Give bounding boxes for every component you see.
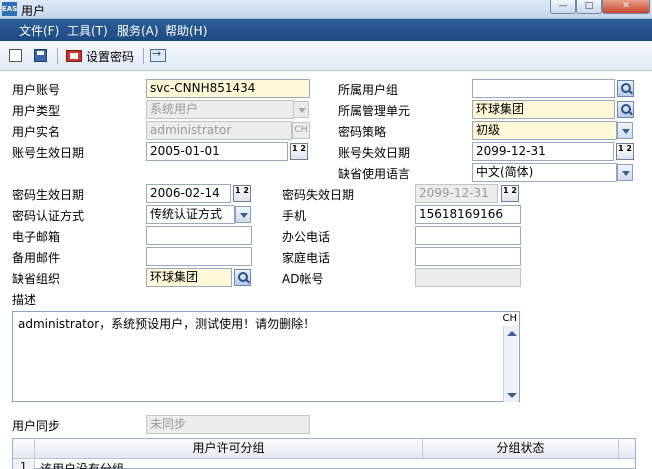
user-sync-field: 未同步 <box>146 415 310 434</box>
search-icon[interactable] <box>617 101 634 118</box>
calendar-icon: 1 2 <box>501 185 519 202</box>
table-header: 用户许可分组 分组状态 <box>13 439 635 459</box>
new-icon[interactable] <box>9 49 22 62</box>
admin-unit-label: 所属管理单元 <box>338 104 411 118</box>
office-phone-field[interactable] <box>415 226 521 245</box>
toolbar-divider <box>57 48 58 64</box>
default-org-label: 缺省组织 <box>12 272 61 286</box>
email-label: 电子邮箱 <box>12 230 61 244</box>
exit-icon[interactable] <box>150 47 166 62</box>
pwd-expire-field: 2099-12-31 <box>415 184 498 203</box>
search-icon[interactable] <box>617 80 634 97</box>
pwd-auth-label: 密码认证方式 <box>12 209 85 223</box>
scroll-down-icon[interactable] <box>507 393 517 398</box>
description-label: 描述 <box>12 293 37 307</box>
mobile-field[interactable]: 15618169166 <box>415 205 521 224</box>
pwd-auth-select[interactable]: 传统认证方式 <box>146 205 235 224</box>
menu-bar: 文件(F) 工具(T) 服务(A) 帮助(H) <box>0 19 652 41</box>
ad-account-label: AD帐号 <box>282 272 324 286</box>
save-icon[interactable] <box>34 49 47 62</box>
backup-email-label: 备用邮件 <box>12 251 61 265</box>
description-language-ch[interactable]: CH <box>502 313 517 324</box>
user-type-select: 系统用户 <box>146 100 294 119</box>
minimize-button[interactable]: — <box>550 0 576 14</box>
pwd-expire-label: 密码失效日期 <box>282 188 355 202</box>
home-phone-label: 家庭电话 <box>282 251 331 265</box>
office-phone-label: 办公电话 <box>282 230 331 244</box>
real-name-label: 用户实名 <box>12 125 61 139</box>
search-icon[interactable] <box>234 269 251 286</box>
menu-file[interactable]: 文件(F) <box>19 22 59 39</box>
group-status-column-header[interactable]: 分组状态 <box>423 439 619 459</box>
user-sync-label: 用户同步 <box>12 419 61 433</box>
pwd-effective-field[interactable]: 2006-02-14 <box>146 184 231 203</box>
account-expire-label: 账号失效日期 <box>338 146 411 160</box>
maximize-button[interactable]: □ <box>576 0 602 14</box>
window-title: 用户 <box>21 4 46 18</box>
description-scrollbar[interactable] <box>503 326 518 402</box>
license-group-table: 用户许可分组 分组状态 1 该用户没有分组 <box>12 438 636 469</box>
row-number-header <box>13 439 35 459</box>
chevron-down-icon[interactable] <box>617 164 633 181</box>
scroll-up-icon[interactable] <box>507 331 517 336</box>
toolbar-divider <box>143 48 144 64</box>
admin-unit-field[interactable]: 环球集团 <box>472 100 615 119</box>
account-effective-field[interactable]: 2005-01-01 <box>146 142 288 161</box>
chevron-down-icon[interactable] <box>235 206 251 223</box>
user-type-label: 用户类型 <box>12 104 61 118</box>
pwd-effective-label: 密码生效日期 <box>12 188 85 202</box>
email-field[interactable] <box>146 226 252 245</box>
home-phone-field[interactable] <box>415 247 521 266</box>
calendar-icon[interactable]: 1 2 <box>233 185 251 202</box>
menu-help[interactable]: 帮助(H) <box>165 22 207 39</box>
row-number: 1 <box>13 460 35 469</box>
user-form: 用户账号 svc-CNNH851434 用户类型 系统用户 用户实名 admin… <box>0 72 652 469</box>
toolbar: 设置密码 <box>0 41 652 71</box>
default-org-field[interactable]: 环球集团 <box>146 268 232 287</box>
chevron-down-icon[interactable] <box>617 122 633 139</box>
title-bar: EAS 用户 — □ ✕ <box>0 0 652 19</box>
row-license-group: 该用户没有分组 <box>40 462 125 469</box>
account-expire-field[interactable]: 2099-12-31 <box>472 142 614 161</box>
backup-email-field[interactable] <box>146 247 252 266</box>
account-effective-label: 账号生效日期 <box>12 146 85 160</box>
app-logo-icon: EAS <box>2 2 17 16</box>
description-textarea[interactable]: administrator，系统预设用户，测试使用！请勿删除！ CH <box>12 311 520 402</box>
ad-account-field <box>415 268 521 287</box>
description-text: administrator，系统预设用户，测试使用！请勿删除！ <box>18 317 316 331</box>
close-button[interactable]: ✕ <box>602 0 650 14</box>
license-group-column-header[interactable]: 用户许可分组 <box>35 439 423 459</box>
real-name-field: administrator <box>146 121 292 140</box>
mobile-label: 手机 <box>282 209 307 223</box>
default-language-select[interactable]: 中文(简体) <box>472 163 617 182</box>
user-group-field[interactable] <box>472 79 615 98</box>
password-policy-select[interactable]: 初级 <box>472 121 617 140</box>
language-ch-button: CH <box>292 122 310 139</box>
password-icon[interactable] <box>66 50 82 62</box>
menu-tools[interactable]: 工具(T) <box>67 22 108 39</box>
user-type-dropdown-icon <box>293 101 309 118</box>
user-account-field[interactable]: svc-CNNH851434 <box>146 79 310 98</box>
calendar-icon[interactable]: 1 2 <box>616 143 634 160</box>
default-language-label: 缺省使用语言 <box>338 167 411 181</box>
calendar-icon[interactable]: 1 2 <box>290 143 308 160</box>
user-group-label: 所属用户组 <box>338 83 399 97</box>
table-row[interactable]: 1 该用户没有分组 <box>13 460 635 469</box>
password-policy-label: 密码策略 <box>338 125 387 139</box>
user-account-label: 用户账号 <box>12 83 61 97</box>
set-password-button[interactable]: 设置密码 <box>86 48 134 65</box>
menu-service[interactable]: 服务(A) <box>117 22 159 39</box>
